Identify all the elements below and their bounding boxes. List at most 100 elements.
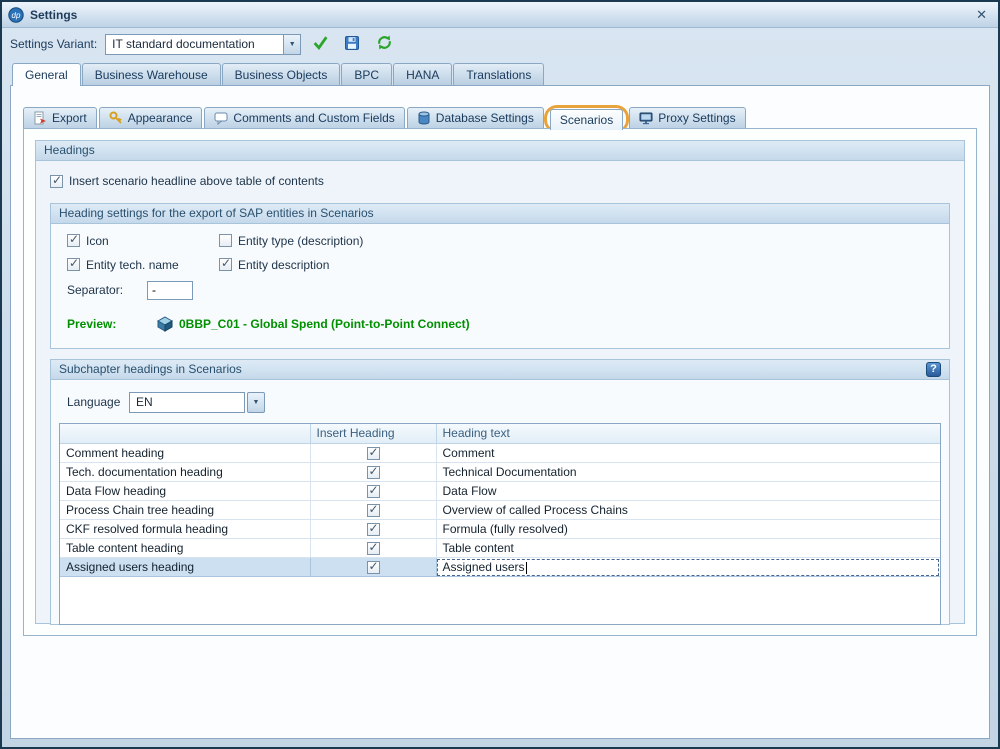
table-row[interactable]: Table content heading Table content bbox=[60, 539, 940, 558]
insert-checkbox[interactable] bbox=[367, 504, 380, 517]
table-row[interactable]: Comment heading Comment bbox=[60, 444, 940, 463]
checkbox-box bbox=[219, 258, 232, 271]
export-icon bbox=[33, 111, 47, 125]
row-name-cell[interactable]: Data Flow heading bbox=[60, 482, 310, 501]
language-label: Language bbox=[67, 395, 129, 409]
insert-checkbox[interactable] bbox=[367, 523, 380, 536]
row-name-cell[interactable]: Table content heading bbox=[60, 539, 310, 558]
row-name-cell[interactable]: Tech. documentation heading bbox=[60, 463, 310, 482]
floppy-disk-icon bbox=[344, 35, 360, 54]
row-insert-cell[interactable] bbox=[310, 444, 436, 463]
insert-headline-checkbox[interactable]: Insert scenario headline above table of … bbox=[50, 174, 324, 188]
headings-table: Insert Heading Heading text Comment head… bbox=[59, 423, 941, 625]
table-row[interactable]: Process Chain tree heading Overview of c… bbox=[60, 501, 940, 520]
scenarios-highlight-ring: Scenarios bbox=[544, 105, 629, 133]
icon-checkbox[interactable]: Icon bbox=[67, 234, 219, 248]
tab-general[interactable]: General bbox=[12, 63, 81, 86]
table-row[interactable]: CKF resolved formula heading Formula (fu… bbox=[60, 520, 940, 539]
separator-label: Separator: bbox=[67, 283, 147, 297]
row-text-cell[interactable]: Formula (fully resolved) bbox=[436, 520, 940, 539]
insert-checkbox[interactable] bbox=[367, 542, 380, 555]
tab-comments-label: Comments and Custom Fields bbox=[233, 111, 394, 125]
row-insert-cell[interactable] bbox=[310, 539, 436, 558]
tab-business-objects[interactable]: Business Objects bbox=[222, 63, 341, 85]
main-tabstrip: General Business Warehouse Business Obje… bbox=[2, 60, 998, 85]
row-text-cell[interactable]: Comment bbox=[436, 444, 940, 463]
row-insert-cell[interactable] bbox=[310, 558, 436, 577]
insert-checkbox[interactable] bbox=[367, 485, 380, 498]
row-insert-cell[interactable] bbox=[310, 482, 436, 501]
language-chevron-down-icon[interactable]: ▼ bbox=[247, 392, 265, 413]
tab-database-settings[interactable]: Database Settings bbox=[407, 107, 544, 128]
close-icon[interactable]: ✕ bbox=[973, 7, 990, 23]
table-row[interactable]: Data Flow heading Data Flow bbox=[60, 482, 940, 501]
headings-group-header: Headings bbox=[36, 141, 964, 161]
tab-bpc[interactable]: BPC bbox=[341, 63, 392, 85]
table-row[interactable]: Tech. documentation heading Technical Do… bbox=[60, 463, 940, 482]
column-header-heading-text[interactable]: Heading text bbox=[436, 424, 940, 444]
insert-checkbox[interactable] bbox=[367, 447, 380, 460]
language-value: EN bbox=[130, 395, 244, 409]
tab-scenarios[interactable]: Scenarios bbox=[550, 109, 623, 130]
checkbox-box bbox=[367, 466, 380, 479]
row-name-cell[interactable]: Process Chain tree heading bbox=[60, 501, 310, 520]
column-header-name[interactable] bbox=[60, 424, 310, 444]
tab-business-warehouse[interactable]: Business Warehouse bbox=[82, 63, 221, 85]
row-text-cell[interactable]: Table content bbox=[436, 539, 940, 558]
entity-type-checkbox-label: Entity type (description) bbox=[238, 234, 363, 248]
inner-tabstrip: Export Appearance Comments and Custom Fi… bbox=[23, 102, 977, 128]
row-insert-cell[interactable] bbox=[310, 520, 436, 539]
entity-tech-name-checkbox[interactable]: Entity tech. name bbox=[67, 258, 219, 272]
row-text-cell[interactable]: Technical Documentation bbox=[436, 463, 940, 482]
settings-variant-value: IT standard documentation bbox=[106, 37, 283, 51]
tab-database-settings-label: Database Settings bbox=[436, 111, 534, 125]
row-text-cell[interactable]: Overview of called Process Chains bbox=[436, 501, 940, 520]
subchapter-group-header: Subchapter headings in Scenarios ? bbox=[51, 360, 949, 380]
language-combobox[interactable]: EN bbox=[129, 392, 245, 413]
subchapter-groupbox: Subchapter headings in Scenarios ? Langu… bbox=[50, 359, 950, 625]
refresh-icon bbox=[376, 34, 393, 54]
insert-checkbox[interactable] bbox=[367, 561, 380, 574]
entity-description-checkbox[interactable]: Entity description bbox=[219, 258, 329, 272]
help-icon[interactable]: ? bbox=[926, 362, 941, 377]
save-button[interactable] bbox=[339, 32, 365, 56]
entity-type-checkbox[interactable]: Entity type (description) bbox=[219, 234, 363, 248]
settings-variant-combobox[interactable]: IT standard documentation ▼ bbox=[105, 34, 301, 55]
tab-translations[interactable]: Translations bbox=[453, 63, 544, 85]
row-name-cell[interactable]: CKF resolved formula heading bbox=[60, 520, 310, 539]
table-header-row: Insert Heading Heading text bbox=[60, 424, 940, 444]
refresh-button[interactable] bbox=[371, 32, 397, 56]
green-check-icon bbox=[312, 34, 329, 54]
column-header-insert-heading[interactable]: Insert Heading bbox=[310, 424, 436, 444]
heading-settings-header: Heading settings for the export of SAP e… bbox=[51, 204, 949, 224]
editing-text: Assigned users bbox=[443, 560, 525, 574]
heading-settings-title: Heading settings for the export of SAP e… bbox=[59, 204, 374, 223]
checkbox-box bbox=[367, 542, 380, 555]
checkbox-box bbox=[67, 258, 80, 271]
tab-proxy-settings[interactable]: Proxy Settings bbox=[629, 107, 745, 128]
tab-appearance[interactable]: Appearance bbox=[99, 107, 203, 128]
row-insert-cell[interactable] bbox=[310, 501, 436, 520]
row-insert-cell[interactable] bbox=[310, 463, 436, 482]
window-title: Settings bbox=[30, 8, 77, 22]
headings-group-title: Headings bbox=[44, 141, 95, 160]
general-tab-page: Export Appearance Comments and Custom Fi… bbox=[10, 85, 990, 739]
tab-comments-custom-fields[interactable]: Comments and Custom Fields bbox=[204, 107, 404, 128]
chevron-down-icon[interactable]: ▼ bbox=[283, 35, 300, 54]
headings-groupbox: Headings Insert scenario headline above … bbox=[35, 140, 965, 624]
tab-hana[interactable]: HANA bbox=[393, 63, 452, 85]
checkbox-box bbox=[219, 234, 232, 247]
row-text-cell[interactable]: Data Flow bbox=[436, 482, 940, 501]
toolbar: Settings Variant: IT standard documentat… bbox=[2, 28, 998, 60]
apply-button[interactable] bbox=[307, 32, 333, 56]
table-row-selected[interactable]: Assigned users heading Assigned users bbox=[60, 558, 940, 577]
checkbox-box bbox=[367, 447, 380, 460]
separator-input[interactable] bbox=[147, 281, 193, 300]
insert-checkbox[interactable] bbox=[367, 466, 380, 479]
row-name-cell[interactable]: Comment heading bbox=[60, 444, 310, 463]
tab-export[interactable]: Export bbox=[23, 107, 97, 128]
preview-text: 0BBP_C01 - Global Spend (Point-to-Point … bbox=[179, 317, 470, 331]
tab-scenarios-label: Scenarios bbox=[560, 113, 613, 127]
row-name-cell[interactable]: Assigned users heading bbox=[60, 558, 310, 577]
row-text-cell-editing[interactable]: Assigned users bbox=[436, 558, 940, 577]
